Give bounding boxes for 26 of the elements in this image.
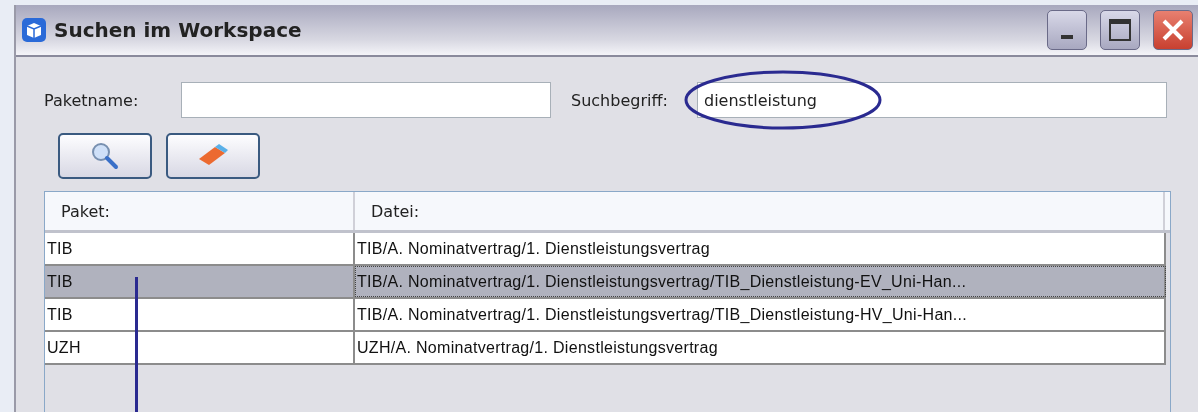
close-icon xyxy=(1161,18,1185,42)
table-cell: TIB/A. Nominatvertrag/1. Dienstleistungsvertrag xyxy=(355,233,1166,264)
maximize-icon xyxy=(1108,18,1132,42)
table-row[interactable]: TIB TIB/A. Nominatvertrag/1. Dienstleistungsvertrag xyxy=(45,233,1166,266)
minimize-icon xyxy=(1061,35,1073,39)
search-term-label: Suchbegriff: xyxy=(571,90,669,110)
column-header[interactable]: Datei: xyxy=(355,192,1165,230)
window-title: Suchen im Workspace xyxy=(54,18,303,42)
table-cell: UZH/A. Nominatvertrag/1. Dienstleistungsvertrag xyxy=(355,332,1166,363)
table-cell: TIB/A. Nominatvertrag/1. Dienstleistungsvertrag/TIB_Dienstleistung-HV_Uni-Han... xyxy=(355,299,1166,330)
clear-button[interactable] xyxy=(166,133,260,179)
search-icon xyxy=(90,141,120,171)
search-button[interactable] xyxy=(58,133,152,179)
package-name-field[interactable] xyxy=(181,82,551,118)
table-cell: TIB xyxy=(45,233,355,264)
cube-icon xyxy=(22,18,46,42)
table-cell: TIB/A. Nominatvertrag/1. Dienstleistungsvertrag/TIB_Dienstleistung-EV_Uni-Han... xyxy=(355,266,1166,297)
table-row[interactable]: TIB TIB/A. Nominatvertrag/1. Dienstleistungsvertrag/TIB_Dienstleistung-HV_Uni-Han... xyxy=(45,299,1166,332)
table-row[interactable]: TIB TIB/A. Nominatvertrag/1. Dienstleistungsvertrag/TIB_Dienstleistung-EV_Uni-Han... xyxy=(45,266,1166,299)
minimize-button[interactable] xyxy=(1047,10,1087,50)
maximize-button[interactable] xyxy=(1100,10,1140,50)
table-row[interactable]: UZH UZH/A. Nominatvertrag/1. Dienstleistungsvertrag xyxy=(45,332,1166,365)
column-header[interactable]: Paket: xyxy=(45,192,355,230)
search-term-field[interactable]: dienstleistung xyxy=(697,82,1167,118)
package-name-label: Paketname: xyxy=(44,90,140,110)
close-button[interactable] xyxy=(1153,10,1193,50)
